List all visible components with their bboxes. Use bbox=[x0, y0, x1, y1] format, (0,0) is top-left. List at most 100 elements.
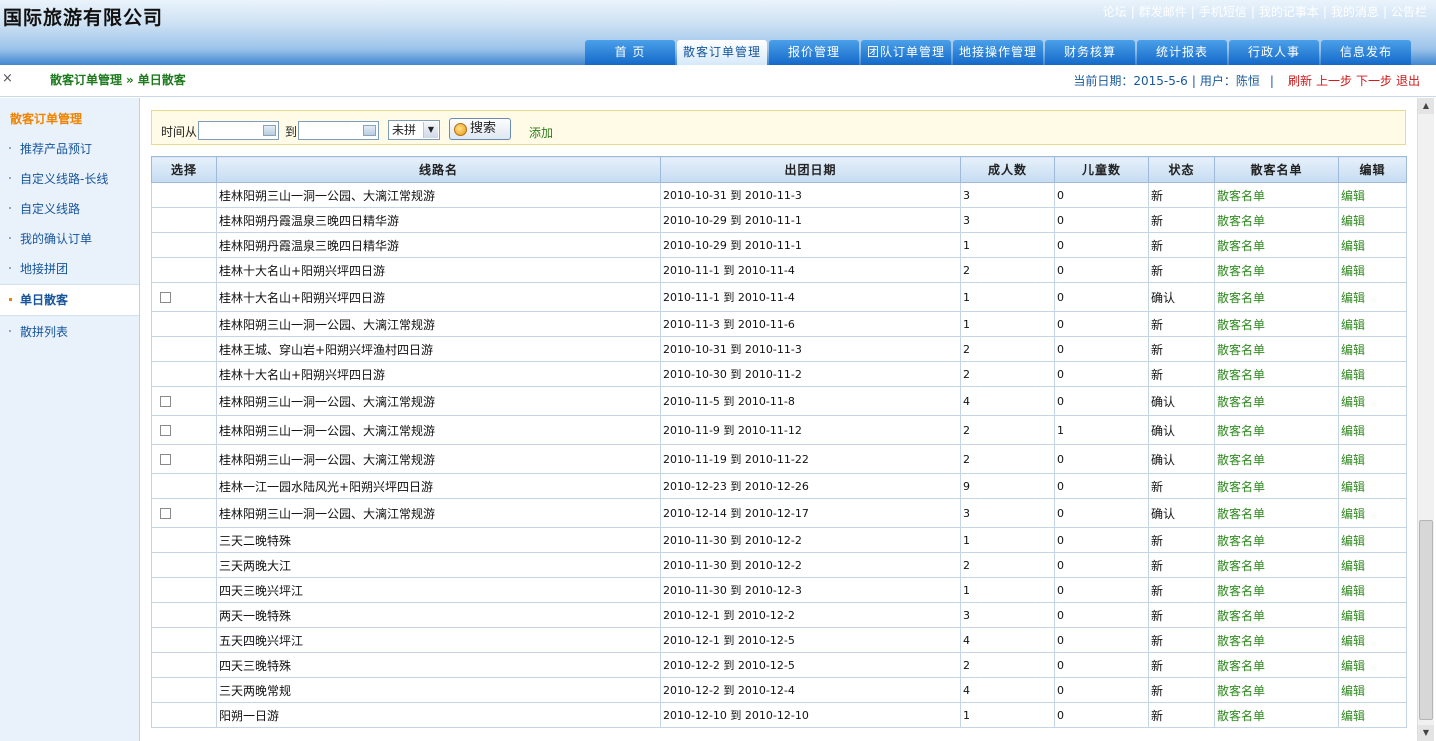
guest-list-link[interactable]: 散客名单 bbox=[1214, 444, 1339, 474]
nav-tab-individual-orders[interactable]: 散客订单管理 bbox=[677, 40, 767, 65]
top-link-notice-board[interactable]: 公告栏 bbox=[1391, 5, 1427, 19]
guest-list-link[interactable]: 散客名单 bbox=[1214, 336, 1339, 362]
top-link-mass-mail[interactable]: 群发邮件 bbox=[1139, 5, 1187, 19]
search-button[interactable]: 搜索 bbox=[449, 118, 511, 140]
guest-list-link[interactable]: 散客名单 bbox=[1214, 232, 1339, 258]
next-step-link[interactable]: 下一步 bbox=[1356, 74, 1392, 88]
sidebar-item-custom-route-long[interactable]: 自定义线路-长线 bbox=[0, 164, 139, 194]
sidebar-item-my-confirmed-orders[interactable]: 我的确认订单 bbox=[0, 224, 139, 254]
top-link-forum[interactable]: 论坛 bbox=[1103, 5, 1127, 19]
scroll-up-icon[interactable]: ▲ bbox=[1418, 98, 1434, 114]
scroll-down-icon[interactable]: ▼ bbox=[1418, 725, 1434, 741]
edit-link[interactable]: 编辑 bbox=[1338, 361, 1407, 387]
edit-link[interactable]: 编辑 bbox=[1338, 652, 1407, 678]
row-checkbox[interactable] bbox=[160, 425, 171, 436]
sidebar-item-recommended-products[interactable]: 推荐产品预订 bbox=[0, 134, 139, 164]
guest-list-link[interactable]: 散客名单 bbox=[1214, 498, 1339, 528]
route-name-cell: 桂林十大名山+阳朔兴坪四日游 bbox=[216, 282, 661, 312]
top-link-notebook[interactable]: 我的记事本 bbox=[1259, 5, 1319, 19]
nav-tab-hr[interactable]: 行政人事 bbox=[1229, 40, 1319, 65]
sidebar-item-custom-route[interactable]: 自定义线路 bbox=[0, 194, 139, 224]
current-user: 用户：陈恒 bbox=[1199, 74, 1260, 88]
edit-link[interactable]: 编辑 bbox=[1338, 207, 1407, 233]
guest-list-link[interactable]: 散客名单 bbox=[1214, 702, 1339, 728]
route-name-cell: 五天四晚兴坪江 bbox=[216, 627, 661, 653]
guest-list-link[interactable]: 散客名单 bbox=[1214, 577, 1339, 603]
sidebar-item-group-list[interactable]: 散拼列表 bbox=[0, 317, 139, 347]
row-checkbox[interactable] bbox=[160, 396, 171, 407]
nav-tab-reports[interactable]: 统计报表 bbox=[1137, 40, 1227, 65]
guest-list-link[interactable]: 散客名单 bbox=[1214, 602, 1339, 628]
close-icon[interactable]: × bbox=[2, 71, 13, 86]
guest-list-link[interactable]: 散客名单 bbox=[1214, 415, 1339, 445]
date-to-input[interactable] bbox=[298, 121, 379, 140]
nav-tab-finance[interactable]: 财务核算 bbox=[1045, 40, 1135, 65]
row-checkbox[interactable] bbox=[160, 292, 171, 303]
edit-link[interactable]: 编辑 bbox=[1338, 415, 1407, 445]
guest-list-link[interactable]: 散客名单 bbox=[1214, 361, 1339, 387]
guest-list-link[interactable]: 散客名单 bbox=[1214, 552, 1339, 578]
separator: | bbox=[1322, 5, 1327, 19]
edit-link[interactable]: 编辑 bbox=[1338, 232, 1407, 258]
date-from-input[interactable] bbox=[198, 121, 279, 140]
sidebar-title: 散客订单管理 bbox=[10, 112, 83, 126]
add-link[interactable]: 添加 bbox=[529, 124, 553, 141]
calendar-icon[interactable] bbox=[263, 125, 276, 136]
route-name-cell: 桂林阳朔三山一洞一公园、大漓江常规游 bbox=[216, 498, 661, 528]
edit-link[interactable]: 编辑 bbox=[1338, 677, 1407, 703]
row-checkbox[interactable] bbox=[160, 508, 171, 519]
edit-link[interactable]: 编辑 bbox=[1338, 527, 1407, 553]
row-checkbox[interactable] bbox=[160, 454, 171, 465]
children-cell: 0 bbox=[1054, 527, 1149, 553]
adults-cell: 3 bbox=[960, 182, 1055, 208]
guest-list-link[interactable]: 散客名单 bbox=[1214, 627, 1339, 653]
vertical-scrollbar[interactable]: ▲ ▼ bbox=[1417, 98, 1434, 741]
edit-link[interactable]: 编辑 bbox=[1338, 444, 1407, 474]
table-row: 桂林阳朔三山一洞一公园、大漓江常规游 2010-11-5 到 2010-11-8 4… bbox=[151, 386, 1407, 416]
guest-list-link[interactable]: 散客名单 bbox=[1214, 473, 1339, 499]
top-link-sms[interactable]: 手机短信 bbox=[1199, 5, 1247, 19]
guest-list-link[interactable]: 散客名单 bbox=[1214, 677, 1339, 703]
guest-list-link[interactable]: 散客名单 bbox=[1214, 282, 1339, 312]
calendar-icon[interactable] bbox=[363, 125, 376, 136]
route-name-cell: 桂林阳朔三山一洞一公园、大漓江常规游 bbox=[216, 311, 661, 337]
edit-link[interactable]: 编辑 bbox=[1338, 311, 1407, 337]
edit-link[interactable]: 编辑 bbox=[1338, 627, 1407, 653]
sidebar-item-ground-group[interactable]: 地接拼团 bbox=[0, 254, 139, 284]
nav-tab-publish[interactable]: 信息发布 bbox=[1321, 40, 1411, 65]
guest-list-link[interactable]: 散客名单 bbox=[1214, 182, 1339, 208]
prev-step-link[interactable]: 上一步 bbox=[1316, 74, 1352, 88]
breadcrumb-item: 单日散客 bbox=[137, 73, 186, 87]
scroll-thumb[interactable] bbox=[1419, 520, 1433, 720]
status-select[interactable]: 未拼 ▼ bbox=[388, 120, 440, 140]
guest-list-link[interactable]: 散客名单 bbox=[1214, 386, 1339, 416]
edit-link[interactable]: 编辑 bbox=[1338, 577, 1407, 603]
edit-link[interactable]: 编辑 bbox=[1338, 182, 1407, 208]
guest-list-link[interactable]: 散客名单 bbox=[1214, 652, 1339, 678]
refresh-link[interactable]: 刷新 bbox=[1288, 74, 1312, 88]
top-link-messages[interactable]: 我的消息 bbox=[1331, 5, 1379, 19]
edit-link[interactable]: 编辑 bbox=[1338, 386, 1407, 416]
sidebar-item-single-day[interactable]: 单日散客 bbox=[0, 284, 139, 316]
edit-link[interactable]: 编辑 bbox=[1338, 257, 1407, 283]
chevron-down-icon: ▼ bbox=[423, 122, 438, 138]
logout-link[interactable]: 退出 bbox=[1396, 74, 1420, 88]
breadcrumb-item[interactable]: 散客订单管理 bbox=[50, 73, 122, 87]
table-row: 桂林阳朔丹霞温泉三晚四日精华游 2010-10-29 到 2010-11-1 3 0 新… bbox=[151, 207, 1407, 233]
edit-link[interactable]: 编辑 bbox=[1338, 282, 1407, 312]
edit-link[interactable]: 编辑 bbox=[1338, 336, 1407, 362]
edit-link[interactable]: 编辑 bbox=[1338, 552, 1407, 578]
guest-list-link[interactable]: 散客名单 bbox=[1214, 527, 1339, 553]
nav-tab-ground-ops[interactable]: 地接操作管理 bbox=[953, 40, 1043, 65]
nav-tab-quotes[interactable]: 报价管理 bbox=[769, 40, 859, 65]
guest-list-link[interactable]: 散客名单 bbox=[1214, 257, 1339, 283]
guest-list-link[interactable]: 散客名单 bbox=[1214, 207, 1339, 233]
nav-tab-group-orders[interactable]: 团队订单管理 bbox=[861, 40, 951, 65]
table-row: 三天二晚特殊 2010-11-30 到 2010-12-2 1 0 新散客名单 编辑 bbox=[151, 527, 1407, 553]
edit-link[interactable]: 编辑 bbox=[1338, 498, 1407, 528]
edit-link[interactable]: 编辑 bbox=[1338, 702, 1407, 728]
edit-link[interactable]: 编辑 bbox=[1338, 602, 1407, 628]
guest-list-link[interactable]: 散客名单 bbox=[1214, 311, 1339, 337]
nav-tab-home[interactable]: 首 页 bbox=[585, 40, 675, 65]
edit-link[interactable]: 编辑 bbox=[1338, 473, 1407, 499]
